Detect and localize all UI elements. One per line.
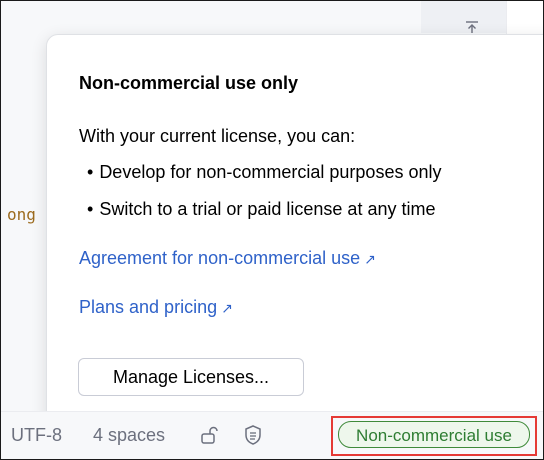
agreement-link-label: Agreement for non-commercial use [79,248,361,268]
indent-widget[interactable]: 4 spaces [93,425,165,446]
popup-title: Non-commercial use only [79,73,299,93]
bullet-item: • Switch to a trial or paid license at an… [87,199,435,220]
file-encoding-widget[interactable]: UTF-8 [11,425,62,446]
shield-icon[interactable] [243,424,263,446]
popup-intro: With your current license, you can: [79,126,356,146]
license-popup: Non-commercial use only With your curren… [46,34,543,428]
bullet-item: • Develop for non-commercial purposes onl… [87,162,441,183]
external-arrow-icon: ↗ [221,300,233,316]
bullet-text: Switch to a trial or paid license at any… [99,199,436,219]
code-text: ong [7,205,36,224]
status-bar: UTF-8 4 spaces Non-commercial use [1,411,543,459]
unlock-icon[interactable] [199,424,219,446]
license-status-badge[interactable]: Non-commercial use [338,421,530,448]
collapse-up-icon[interactable] [464,21,480,33]
bullet-text: Develop for non-commercial purposes only [99,162,442,182]
ide-window: ong Non-commercial use only With your cu… [0,0,544,460]
bullet-glyph: • [87,162,94,182]
external-arrow-icon: ↗ [364,251,376,267]
plans-pricing-link[interactable]: Plans and pricing ↗ [79,297,233,318]
manage-licenses-button[interactable]: Manage Licenses... [78,358,304,396]
plans-pricing-link-label: Plans and pricing [79,297,218,317]
bullet-glyph: • [87,199,94,219]
agreement-link[interactable]: Agreement for non-commercial use ↗ [79,248,376,269]
